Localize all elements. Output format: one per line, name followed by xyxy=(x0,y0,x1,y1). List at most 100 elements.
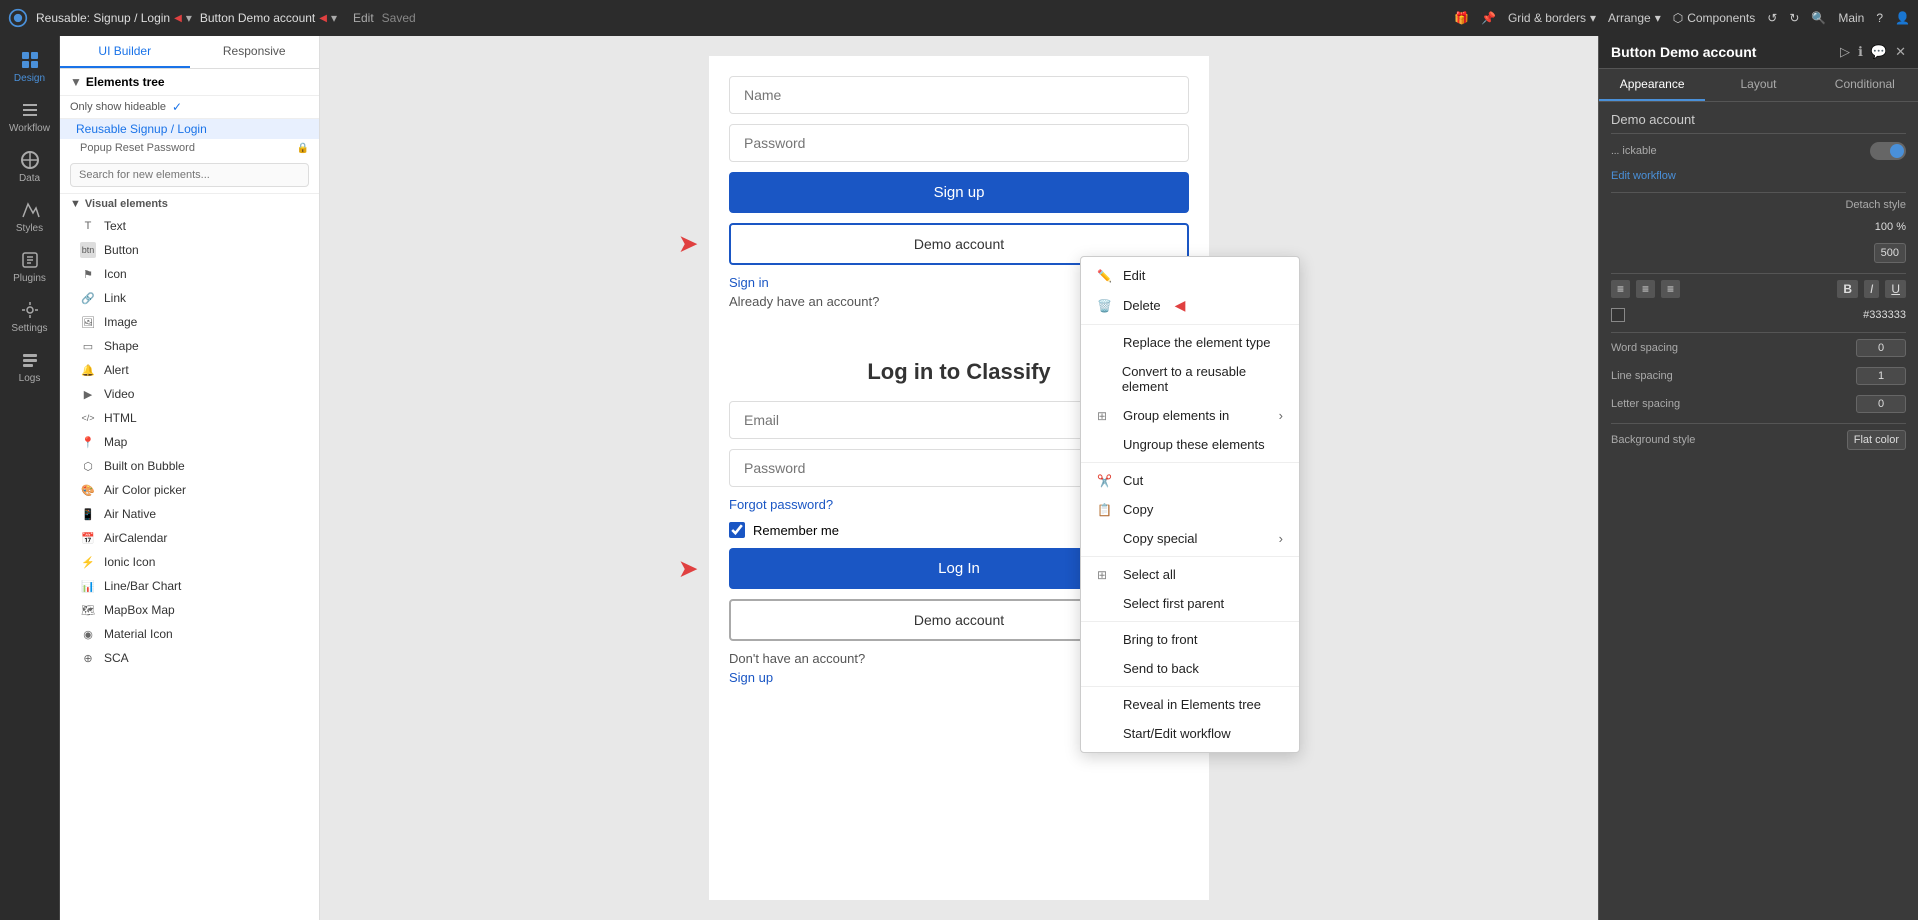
ve-air-calendar[interactable]: 📅 AirCalendar xyxy=(60,526,319,550)
gift-button[interactable]: 🎁 xyxy=(1454,11,1469,25)
ve-shape[interactable]: ▭ Shape xyxy=(60,334,319,358)
password-input-1[interactable] xyxy=(729,124,1189,162)
rp-text-style-controls: B I U xyxy=(1837,280,1906,298)
cm-select-all[interactable]: ⊞ Select all xyxy=(1081,560,1299,589)
components-button[interactable]: ⬡ Components xyxy=(1673,11,1756,25)
rp-detach-style-btn[interactable]: Detach style xyxy=(1845,199,1906,211)
rp-detach-style-row: Detach style xyxy=(1611,199,1906,211)
rp-text-align-controls: ≡ ≡ ≡ xyxy=(1611,280,1680,298)
align-left-btn[interactable]: ≡ xyxy=(1611,280,1630,298)
rp-line-spacing-input[interactable] xyxy=(1856,367,1906,385)
sidebar-item-styles[interactable]: Styles xyxy=(0,194,59,240)
ve-linebar-chart[interactable]: 📊 Line/Bar Chart xyxy=(60,574,319,598)
bold-btn[interactable]: B xyxy=(1837,280,1858,298)
ve-material-icon[interactable]: ◉ Material Icon xyxy=(60,622,319,646)
rp-color-swatch[interactable] xyxy=(1611,308,1625,322)
undo-button[interactable]: ↺ xyxy=(1767,11,1777,25)
ve-map[interactable]: 📍 Map xyxy=(60,430,319,454)
cm-start-edit-workflow[interactable]: Start/Edit workflow xyxy=(1081,719,1299,748)
user-avatar[interactable]: 👤 xyxy=(1895,11,1910,25)
sidebar-item-design[interactable]: Design xyxy=(0,44,59,90)
cm-edit[interactable]: ✏️ Edit xyxy=(1081,261,1299,290)
cm-separator-1 xyxy=(1081,324,1299,325)
rp-close-icon[interactable]: ✕ xyxy=(1895,44,1906,60)
ve-html[interactable]: </> HTML xyxy=(60,406,319,430)
forgot-password-link[interactable]: Forgot password? xyxy=(729,497,833,512)
align-center-btn[interactable]: ≡ xyxy=(1636,280,1655,298)
tree-item-reusable[interactable]: Reusable Signup / Login xyxy=(60,119,319,139)
grid-borders-button[interactable]: Grid & borders ▾ xyxy=(1508,11,1596,25)
cm-send-to-back[interactable]: Send to back xyxy=(1081,654,1299,683)
built-on-bubble-icon: ⬡ xyxy=(80,458,96,474)
tab-ui-builder[interactable]: UI Builder xyxy=(60,36,190,68)
cm-select-first-parent[interactable]: Select first parent xyxy=(1081,589,1299,618)
rp-play-icon[interactable]: ▷ xyxy=(1840,44,1850,60)
ve-air-native[interactable]: 📱 Air Native xyxy=(60,502,319,526)
reusable-selector[interactable]: Reusable: Signup / Login ◀ ▾ xyxy=(36,11,192,25)
tree-item-popup[interactable]: Popup Reset Password 🔒 xyxy=(60,139,319,157)
ve-alert[interactable]: 🔔 Alert xyxy=(60,358,319,382)
rp-width-dropdown[interactable]: 500 xyxy=(1874,243,1906,263)
rp-letter-spacing-input[interactable] xyxy=(1856,395,1906,413)
ve-text[interactable]: T Text xyxy=(60,214,319,238)
video-icon: ▶ xyxy=(80,386,96,402)
ve-ionic-icon[interactable]: ⚡ Ionic Icon xyxy=(60,550,319,574)
align-right-btn[interactable]: ≡ xyxy=(1661,280,1680,298)
sidebar-item-plugins[interactable]: Plugins xyxy=(0,244,59,290)
cm-copy[interactable]: 📋 Copy xyxy=(1081,495,1299,524)
sidebar-item-logs[interactable]: Logs xyxy=(0,344,59,390)
rp-tabs: Appearance Layout Conditional xyxy=(1599,69,1918,102)
ve-built-on-bubble[interactable]: ⬡ Built on Bubble xyxy=(60,454,319,478)
main-button[interactable]: Main xyxy=(1838,11,1864,25)
copy-icon: 📋 xyxy=(1097,503,1113,517)
chart-icon: 📊 xyxy=(80,578,96,594)
ve-button[interactable]: btn Button xyxy=(60,238,319,262)
rp-background-style-dropdown[interactable]: Flat color xyxy=(1847,430,1906,450)
underline-btn[interactable]: U xyxy=(1885,280,1906,298)
arrange-button[interactable]: Arrange ▾ xyxy=(1608,11,1661,25)
ve-sca[interactable]: ⊕ SCA xyxy=(60,646,319,670)
ve-link[interactable]: 🔗 Link xyxy=(60,286,319,310)
ve-icon[interactable]: ⚑ Icon xyxy=(60,262,319,286)
rp-tab-appearance[interactable]: Appearance xyxy=(1599,69,1705,101)
ve-air-color-picker[interactable]: 🎨 Air Color picker xyxy=(60,478,319,502)
rp-tab-conditional[interactable]: Conditional xyxy=(1812,69,1918,101)
rp-tab-layout[interactable]: Layout xyxy=(1705,69,1811,101)
signup-button[interactable]: Sign up xyxy=(729,172,1189,213)
sidebar-item-settings[interactable]: Settings xyxy=(0,294,59,340)
ve-image[interactable]: 🖼 Image xyxy=(60,310,319,334)
rp-content: Demo account ... ickable Edit workflow D… xyxy=(1599,102,1918,920)
cm-delete[interactable]: 🗑️ Delete ◀ xyxy=(1081,290,1299,321)
cm-cut[interactable]: ✂️ Cut xyxy=(1081,466,1299,495)
name-input[interactable] xyxy=(729,76,1189,114)
ve-mapbox[interactable]: 🗺 MapBox Map xyxy=(60,598,319,622)
sidebar-item-workflow[interactable]: Workflow xyxy=(0,94,59,140)
help-button[interactable]: ? xyxy=(1876,11,1883,25)
cm-convert[interactable]: Convert to a reusable element xyxy=(1081,357,1299,401)
rp-info-icon[interactable]: ℹ xyxy=(1858,44,1863,60)
rp-word-spacing-input[interactable] xyxy=(1856,339,1906,357)
button-demo-selector[interactable]: Button Demo account ◀ ▾ xyxy=(200,11,337,25)
rp-comment-icon[interactable]: 💬 xyxy=(1871,44,1887,60)
sidebar-item-data[interactable]: Data xyxy=(0,144,59,190)
ve-video[interactable]: ▶ Video xyxy=(60,382,319,406)
rp-edit-workflow-btn[interactable]: Edit workflow xyxy=(1611,170,1676,182)
tree-toggle[interactable]: ▼ xyxy=(70,75,82,89)
remember-me-checkbox[interactable] xyxy=(729,522,745,538)
icon-icon: ⚑ xyxy=(80,266,96,282)
tab-responsive[interactable]: Responsive xyxy=(190,36,320,68)
rp-clickable-toggle[interactable] xyxy=(1870,142,1906,160)
color-picker-icon: 🎨 xyxy=(80,482,96,498)
cm-copy-special[interactable]: Copy special › xyxy=(1081,524,1299,553)
search-elements-input[interactable] xyxy=(70,163,309,187)
cm-group[interactable]: ⊞ Group elements in › xyxy=(1081,401,1299,430)
pin-button[interactable]: 📌 xyxy=(1481,11,1496,25)
cm-reveal[interactable]: Reveal in Elements tree xyxy=(1081,690,1299,719)
cm-replace[interactable]: Replace the element type xyxy=(1081,328,1299,357)
redo-button[interactable]: ↻ xyxy=(1789,11,1799,25)
cm-bring-to-front[interactable]: Bring to front xyxy=(1081,625,1299,654)
search-button[interactable]: 🔍 xyxy=(1811,11,1826,25)
italic-btn[interactable]: I xyxy=(1864,280,1879,298)
shape-icon: ▭ xyxy=(80,338,96,354)
cm-ungroup[interactable]: Ungroup these elements xyxy=(1081,430,1299,459)
